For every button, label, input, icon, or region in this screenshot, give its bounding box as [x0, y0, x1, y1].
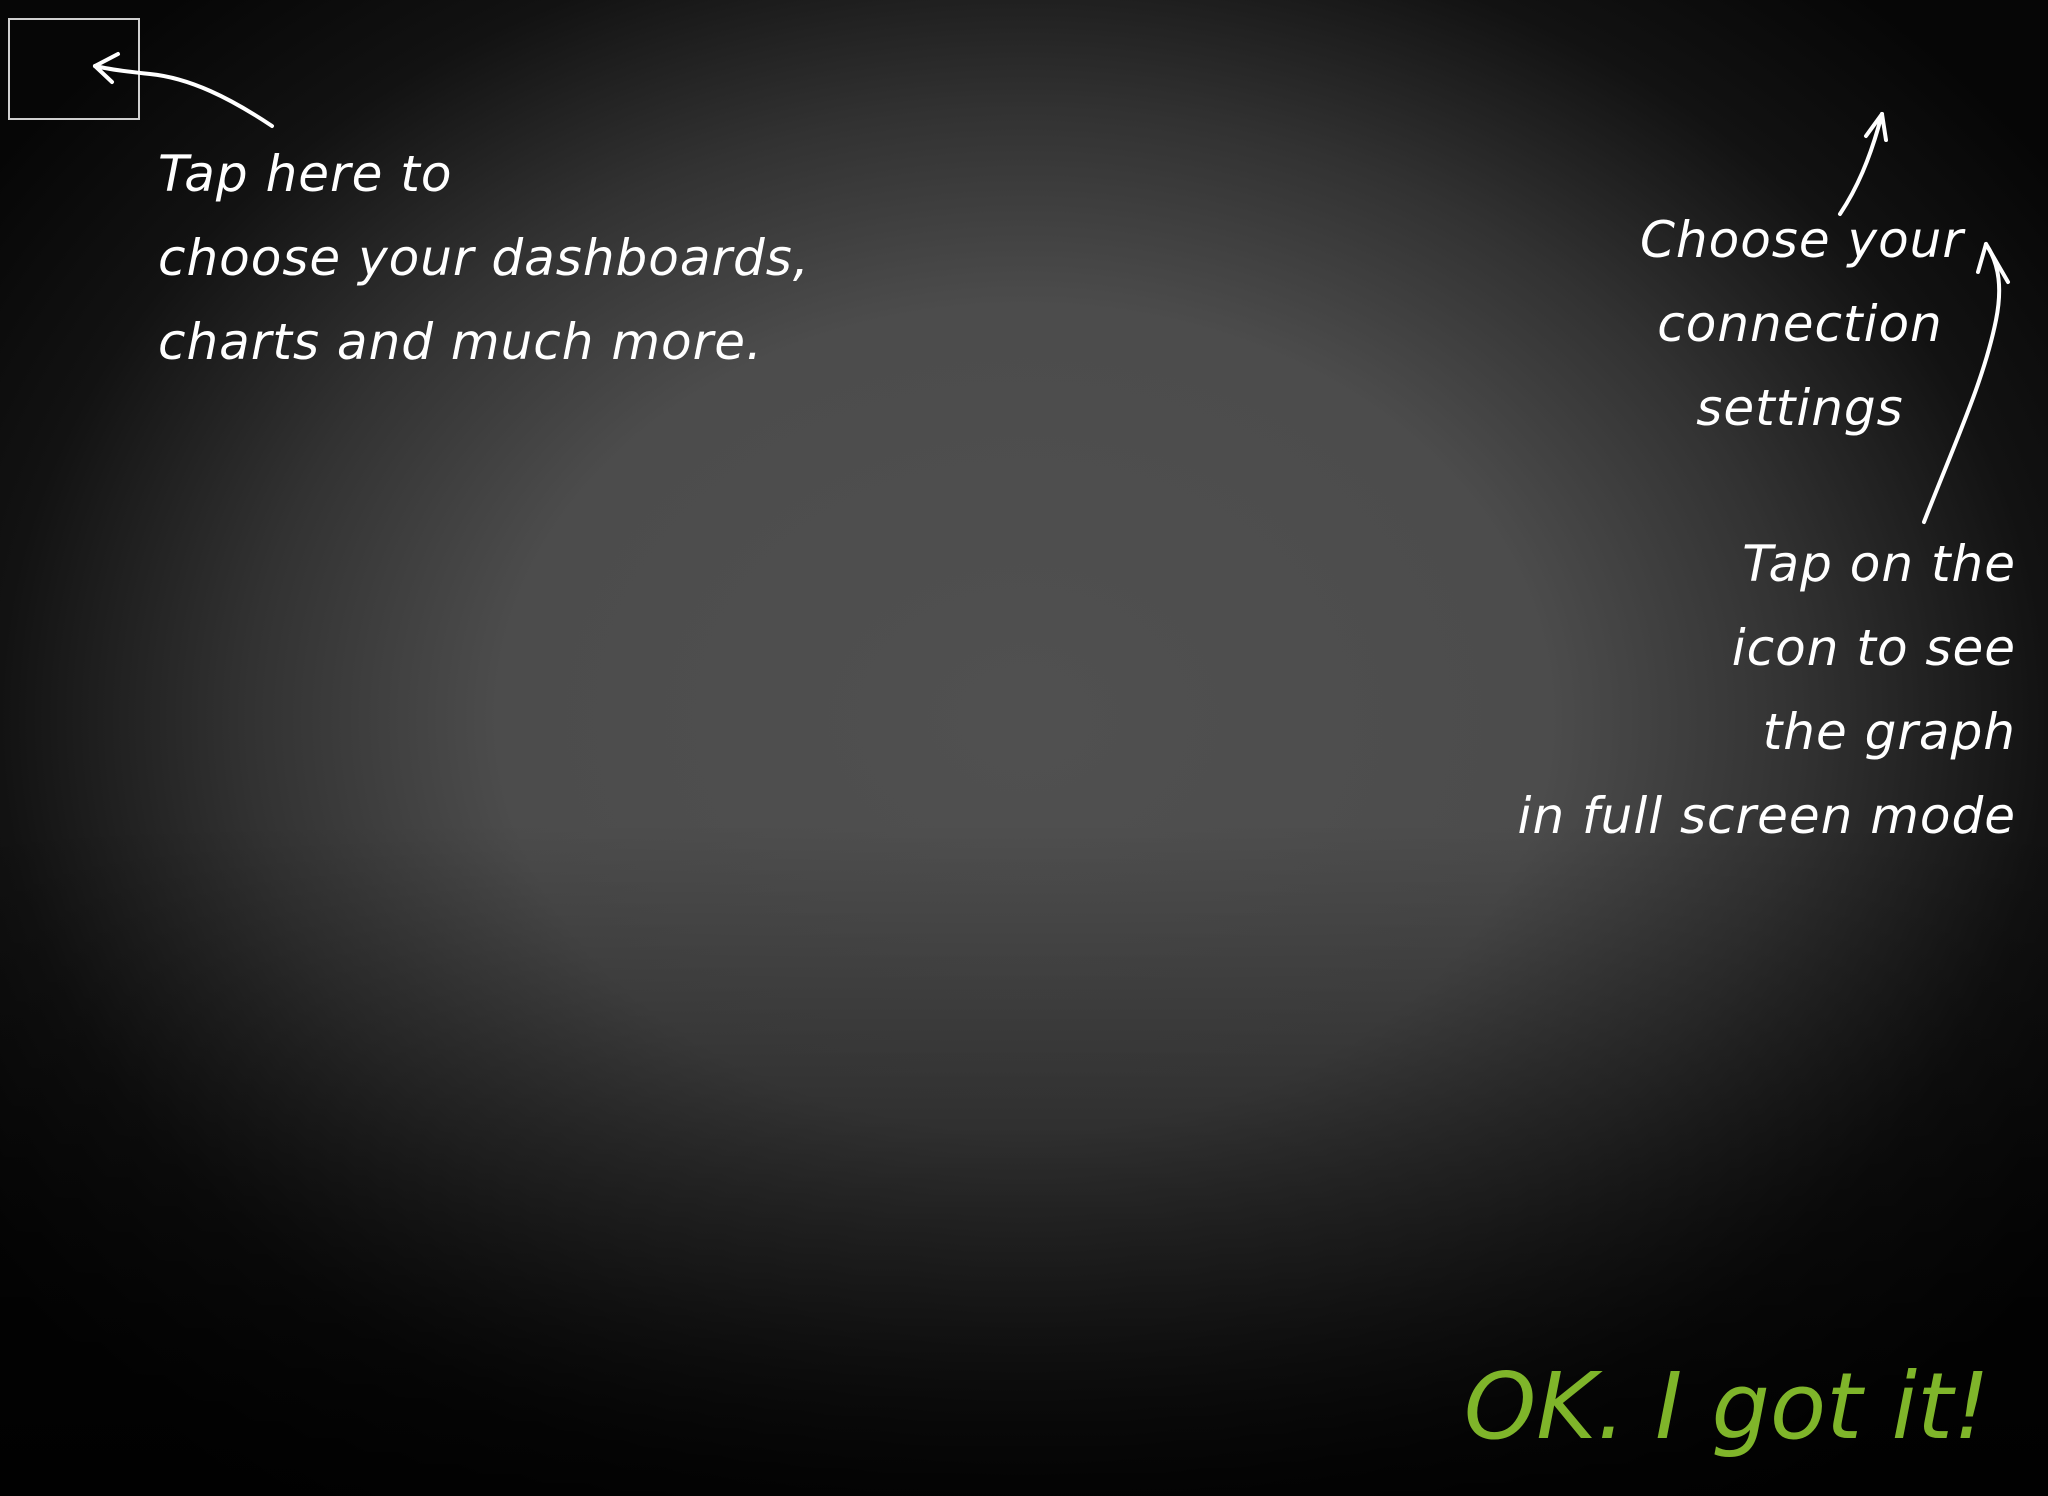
fullscreen-hint-line-4: in full screen mode [1517, 787, 2016, 845]
fullscreen-hint: Tap on the icon to see the graph in full… [1518, 522, 2016, 858]
menu-hint-line-3: charts and much more. [158, 313, 763, 371]
fullscreen-hint-line-3: the graph [1762, 703, 2016, 761]
connection-hint: Choose your connection settings [1640, 198, 1964, 450]
menu-hint-line-2: choose your dashboards, [158, 229, 810, 287]
connection-hint-line-1: Choose your [1640, 211, 1964, 269]
fullscreen-hint-line-2: icon to see [1731, 619, 2016, 677]
connection-hint-line-2: connection [1657, 295, 1943, 353]
menu-hint: Tap here to choose your dashboards, char… [158, 132, 810, 384]
fullscreen-hint-line-1: Tap on the [1742, 535, 2016, 593]
menu-hint-line-1: Tap here to [158, 145, 453, 203]
connection-hint-line-3: settings [1696, 379, 1904, 437]
menu-arrow-icon [93, 52, 274, 128]
tutorial-overlay: Tap here to choose your dashboards, char… [0, 0, 2048, 1496]
dismiss-button[interactable]: OK. I got it! [1464, 1352, 1990, 1462]
